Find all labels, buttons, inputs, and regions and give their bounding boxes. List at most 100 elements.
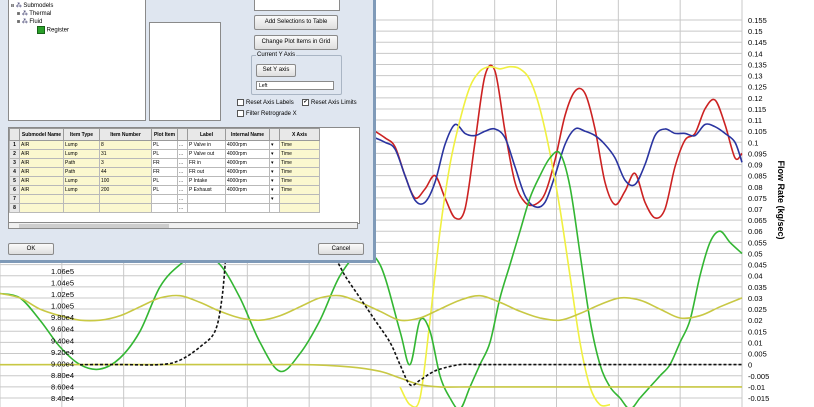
- table-cell[interactable]: Lump: [63, 185, 100, 195]
- table-cell[interactable]: [279, 203, 320, 213]
- column-header[interactable]: [269, 128, 280, 141]
- table-cell[interactable]: Time: [279, 158, 320, 168]
- table-cell[interactable]: Time: [279, 176, 320, 186]
- table-row[interactable]: 4 AIR Path 44 FR... FR out 4000rpm ▾ Time: [9, 167, 320, 177]
- table-cell[interactable]: 31: [99, 149, 152, 159]
- table-cell[interactable]: FR: [151, 167, 178, 177]
- table-cell[interactable]: Time: [279, 140, 320, 150]
- table-cell[interactable]: PL: [151, 140, 178, 150]
- table-cell[interactable]: [19, 203, 64, 213]
- table-cell[interactable]: ...: [177, 176, 188, 186]
- scrollbar-thumb[interactable]: [19, 224, 169, 228]
- table-row[interactable]: 1 AIR Lump 8 PL... P Valve in 4000rpm ▾ Time: [9, 140, 320, 150]
- table-cell[interactable]: AIR: [19, 149, 64, 159]
- table-cell[interactable]: Time: [279, 149, 320, 159]
- table-cell[interactable]: ▾: [269, 176, 280, 186]
- table-cell[interactable]: 4000rpm: [225, 140, 270, 150]
- table-row[interactable]: 2 AIR Lump 31 PL... P Valve out 4000rpm ▾ Time: [9, 149, 320, 159]
- column-header[interactable]: [177, 128, 188, 141]
- table-cell[interactable]: 4000rpm: [225, 185, 270, 195]
- selection-list[interactable]: [149, 22, 221, 121]
- expand-icon[interactable]: ⊞: [17, 19, 20, 25]
- table-cell[interactable]: Lump: [63, 149, 100, 159]
- table-cell[interactable]: FR: [151, 158, 178, 168]
- table-cell[interactable]: 4000rpm: [225, 158, 270, 168]
- column-header[interactable]: Item Number: [99, 128, 152, 141]
- table-cell[interactable]: PL: [151, 185, 178, 195]
- table-cell[interactable]: PL: [151, 176, 178, 186]
- table-cell[interactable]: PL: [151, 149, 178, 159]
- table-cell[interactable]: ...: [177, 140, 188, 150]
- table-row[interactable]: 8...: [9, 203, 320, 213]
- table-cell[interactable]: 200: [99, 185, 152, 195]
- tree-item-thermal[interactable]: ⊞ ⁂ Thermal: [17, 10, 51, 18]
- table-cell[interactable]: P Valve out: [187, 149, 226, 159]
- checkbox-box[interactable]: [237, 110, 244, 117]
- table-cell[interactable]: ...: [177, 203, 188, 213]
- ok-button[interactable]: OK: [8, 243, 54, 255]
- table-cell[interactable]: AIR: [19, 167, 64, 177]
- table-cell[interactable]: P Valve in: [187, 140, 226, 150]
- column-header[interactable]: Submodel Name: [19, 128, 64, 141]
- table-horizontal-scrollbar[interactable]: [8, 222, 358, 229]
- tree-item-fluid[interactable]: ⊞ ⁂ Fluid: [17, 18, 42, 26]
- add-selections-button[interactable]: Add Selections to Table: [254, 15, 338, 30]
- table-cell[interactable]: Lump: [63, 176, 100, 186]
- column-header[interactable]: Label: [187, 128, 226, 141]
- table-cell[interactable]: AIR: [19, 140, 64, 150]
- table-cell[interactable]: FR out: [187, 167, 226, 177]
- cancel-button[interactable]: Cancel: [318, 243, 364, 255]
- table-cell[interactable]: [99, 203, 152, 213]
- checkbox-box[interactable]: [237, 99, 244, 106]
- table-cell[interactable]: ...: [177, 158, 188, 168]
- table-cell[interactable]: ▾: [269, 158, 280, 168]
- table-cell[interactable]: Lump: [63, 140, 100, 150]
- table-cell[interactable]: 4000rpm: [225, 149, 270, 159]
- table-cell[interactable]: [151, 203, 178, 213]
- expand-icon[interactable]: ⊞: [17, 11, 20, 17]
- table-cell[interactable]: P Exhaust: [187, 185, 226, 195]
- table-cell[interactable]: 44: [99, 167, 152, 177]
- tree-item-submodels[interactable]: ⊟ ⁂ Submodels: [11, 2, 53, 10]
- table-cell[interactable]: Time: [279, 167, 320, 177]
- table-cell[interactable]: P Intake: [187, 176, 226, 186]
- collapse-icon[interactable]: ⊟: [11, 3, 14, 9]
- table-cell[interactable]: [225, 194, 270, 204]
- table-cell[interactable]: [225, 203, 270, 213]
- table-cell[interactable]: AIR: [19, 158, 64, 168]
- table-cell[interactable]: ▾: [269, 194, 280, 204]
- table-cell[interactable]: Time: [279, 185, 320, 195]
- column-header[interactable]: X Axis: [279, 128, 320, 141]
- table-cell[interactable]: 3: [99, 158, 152, 168]
- table-cell[interactable]: ...: [177, 194, 188, 204]
- table-cell[interactable]: [19, 194, 64, 204]
- table-cell[interactable]: 4000rpm: [225, 167, 270, 177]
- table-cell[interactable]: 4000rpm: [225, 176, 270, 186]
- table-cell[interactable]: ▾: [269, 149, 280, 159]
- table-cell[interactable]: 100: [99, 176, 152, 186]
- table-cell[interactable]: [63, 203, 100, 213]
- change-plot-items-button[interactable]: Change Plot Items in Grid: [254, 35, 338, 50]
- table-cell[interactable]: ▾: [269, 140, 280, 150]
- table-cell[interactable]: FR in: [187, 158, 226, 168]
- table-cell[interactable]: Path: [63, 158, 100, 168]
- table-cell[interactable]: ▾: [269, 185, 280, 195]
- top-text-field[interactable]: [254, 0, 340, 11]
- table-cell[interactable]: AIR: [19, 185, 64, 195]
- table-row[interactable]: 6 AIR Lump 200 PL... P Exhaust 4000rpm ▾ Time: [9, 185, 320, 195]
- table-cell[interactable]: [151, 194, 178, 204]
- table-cell[interactable]: 8: [99, 140, 152, 150]
- submodel-tree[interactable]: ⊟ ⁂ Submodels ⊞ ⁂ Thermal ⊞ ⁂ Fluid Regi…: [8, 0, 146, 121]
- filter-retrograde-checkbox[interactable]: Filter Retrograde X: [237, 110, 297, 117]
- table-cell[interactable]: [269, 203, 280, 213]
- table-cell[interactable]: ...: [177, 167, 188, 177]
- column-header[interactable]: Plot Item: [151, 128, 178, 141]
- table-cell[interactable]: [99, 194, 152, 204]
- table-cell[interactable]: ...: [177, 149, 188, 159]
- column-header[interactable]: [9, 128, 20, 141]
- tree-item-register[interactable]: Register: [37, 26, 69, 35]
- column-header[interactable]: Item Type: [63, 128, 100, 141]
- table-cell[interactable]: [187, 203, 226, 213]
- table-cell[interactable]: ▾: [269, 167, 280, 177]
- table-cell[interactable]: [63, 194, 100, 204]
